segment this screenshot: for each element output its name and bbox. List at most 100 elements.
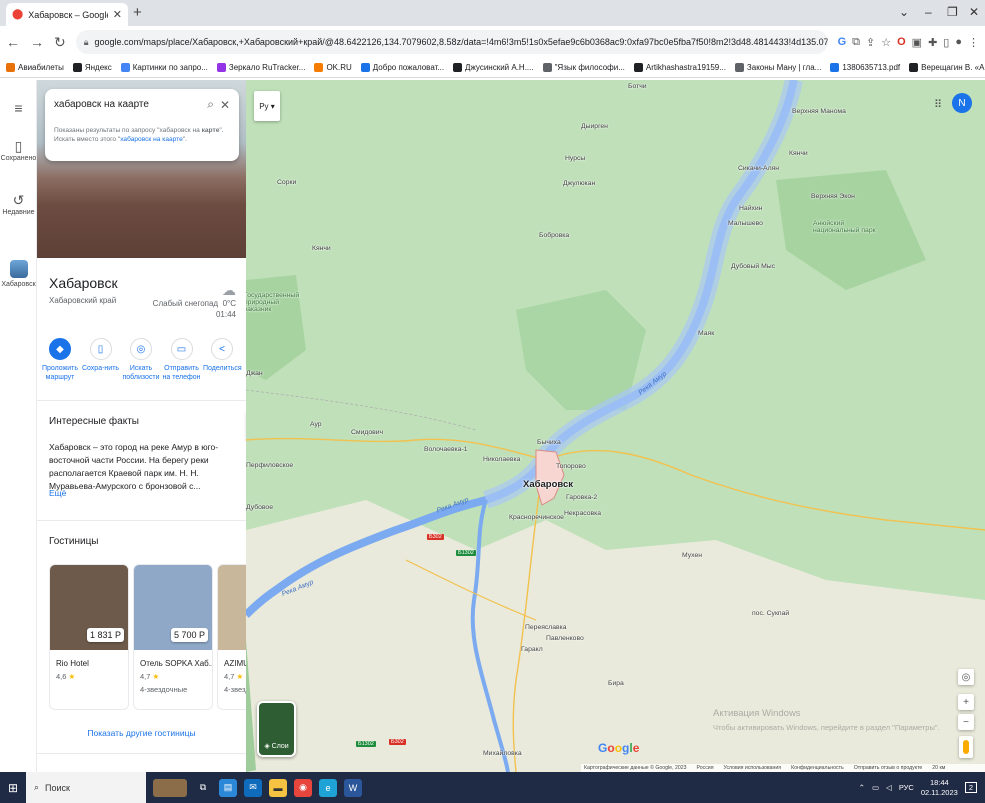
map-label: Маяк [698,330,715,337]
recent-button[interactable]: ↺ Недавние [0,192,37,216]
edge-icon[interactable]: e [319,778,337,797]
more-hotels-link[interactable]: Показать другие гостиницы [37,728,246,738]
footer-link[interactable]: 20 км [932,765,945,771]
facts-more-link[interactable]: Ещё [49,488,66,498]
facts-heading: Интересные факты [49,416,139,427]
action-button-2[interactable]: ◎ Искать поблизости [122,338,160,382]
zoom-in-button[interactable]: + [958,694,974,710]
pegman-icon [963,740,969,754]
close-window-button[interactable]: ✕ [969,5,979,19]
windows-start-button[interactable]: ⊞ [0,781,26,795]
google-g-icon[interactable]: G [838,36,847,48]
hotel-card[interactable]: 1 831 Р Rio Hotel 4,6 ★ [49,564,129,710]
store-icon[interactable]: ▤ [219,778,237,797]
menu-button[interactable]: ≡ [0,100,37,116]
footer-link[interactable]: Конфиденциальность [791,765,844,771]
bookmark-item[interactable]: OK.RU [314,63,352,72]
windows-taskbar: ⊞ ⌕ Поиск ⧉ ▤ ✉ ▬ ◉ e W ⌃ ▭ ◁ РУС 18:44 02… [0,772,985,803]
bookmark-item[interactable]: Джусинский А.Н.... [453,63,534,72]
bookmark-star-icon[interactable]: ☆ [881,36,891,49]
hotel-rating: 4,7 ★ [140,672,160,681]
share-icon[interactable]: ⇪ [866,36,875,49]
action-button-3[interactable]: ▭ Отправить на телефон [163,338,201,382]
action-button-0[interactable]: ◆ Проложить маршрут [41,338,79,382]
street-view-pegman[interactable] [959,736,973,758]
address-bar[interactable]: 🔒︎ google.com/maps/place/Хабаровск,+Хаба… [75,30,828,54]
tab-search-chevron-icon[interactable]: ⌄ [899,5,909,19]
bookmark-item[interactable]: Верещагин В. «Апо... [909,63,985,72]
clear-search-icon[interactable]: ✕ [220,98,230,112]
action-label: Поделиться [203,365,242,372]
bookmark-item[interactable]: Artikhashastra19159... [633,63,726,72]
layers-button[interactable]: ◈ Слои [257,701,296,757]
hotel-class: 4-звездочные [140,685,188,694]
search-input[interactable]: хабаровск на каарте [54,99,201,110]
sidepanel-icon[interactable]: ▯ [943,36,949,49]
road-shield: Б302 [389,739,406,745]
footer-link[interactable]: Условия использования [724,765,782,771]
search-icon[interactable]: ⌕ [207,97,214,112]
hotel-card[interactable]: 5 700 Р Отель SOPKA Хаб... 4,7 ★ 4-звездочн… [133,564,213,710]
search-instead-link[interactable]: хабаровск на каарте [120,136,183,143]
tab-google-maps[interactable]: ⬤ Хабаровск – Google Карты ✕ [6,3,128,26]
chevron-up-icon[interactable]: ⌃ [859,783,865,792]
bookmark-item[interactable]: 1380635713.pdf [830,63,900,72]
zoom-out-button[interactable]: − [958,714,974,730]
taskbar-search[interactable]: ⌕ Поиск [26,772,146,803]
menu-kebab-icon[interactable]: ⋮ [968,36,979,49]
word-icon[interactable]: W [344,778,362,797]
translate-icon[interactable]: ⧉ [852,36,860,49]
bookmark-item[interactable]: Авиабилеты [6,63,64,72]
city-label-khabarovsk[interactable]: Хабаровск [523,479,573,490]
bookmark-item[interactable]: "Язык философи... [542,63,625,72]
taskbar-widget-image[interactable] [153,778,187,797]
file-explorer-icon[interactable]: ▬ [269,778,287,797]
site-info-icon[interactable]: 🔒︎ [84,37,89,48]
chrome-icon[interactable]: ◉ [294,778,312,797]
forward-arrow-icon[interactable]: → [30,34,44,50]
apps-grid-icon[interactable]: ⠿ [934,98,942,111]
bookmark-item[interactable]: Зеркало RuTracker... [216,63,305,72]
hotel-class: 4-звезд [224,685,246,694]
recent-place-khabarovsk[interactable]: Хабаровск [0,260,37,288]
account-avatar[interactable]: N [952,93,972,113]
extension-icon[interactable]: ▣ [912,36,922,49]
bookmark-item[interactable]: Законы Ману | гла... [734,63,821,72]
my-location-button[interactable]: ◎ [958,669,974,685]
new-tab-button[interactable]: + [133,4,142,21]
clock[interactable]: 18:44 02.11.2023 [921,778,958,798]
input-language[interactable]: РУС [899,783,914,792]
bookmark-label: Artikhashastra19159... [645,63,726,72]
hotel-card[interactable]: AZIMUT 4,7 ★ 4-звезд [217,564,246,710]
bookmark-item[interactable]: Картинки по запро... [120,63,208,72]
bookmark-item[interactable]: Добро пожаловат... [360,63,444,72]
snow-cloud-icon: ☁ [222,282,236,298]
opera-icon[interactable]: O [897,36,906,48]
language-select[interactable]: Ру ▾ [254,91,280,121]
saved-button[interactable]: ▯ Сохранено [0,138,37,162]
bookmark-favicon-icon [360,63,370,72]
action-icon: ▭ [170,338,193,360]
minimize-button[interactable]: – [925,5,932,19]
volume-icon[interactable]: ◁ [886,783,892,792]
footer-link[interactable]: Отправить отзыв о продукте [854,765,923,771]
road-shield: Б1302 [456,550,476,556]
action-button-1[interactable]: ▯ Сохра-нить [82,338,120,382]
footer-link[interactable]: Россия [697,765,714,771]
map-canvas[interactable]: Ру ▾ ⠿ N Ботчи Верхняя Манома Дыирген Ну… [246,80,985,772]
action-button-4[interactable]: < Поделиться [203,338,242,382]
task-view-icon[interactable]: ⧉ [194,779,212,797]
back-arrow-icon[interactable]: ← [6,34,20,50]
bookmark-item[interactable]: Яндекс [72,63,112,72]
bookmark-label: Верещагин В. «Апо... [921,63,985,72]
restore-button[interactable]: ❐ [947,5,958,19]
reload-icon[interactable]: ↻ [54,34,66,51]
divider [37,520,246,521]
bookmark-favicon-icon [453,63,463,72]
profile-icon[interactable]: ● [955,36,962,48]
mail-icon[interactable]: ✉ [244,778,262,797]
close-tab-icon[interactable]: ✕ [113,8,122,21]
network-icon[interactable]: ▭ [872,783,879,792]
puzzle-icon[interactable]: ✚ [928,36,937,49]
notifications-icon[interactable]: 2 [964,782,977,793]
